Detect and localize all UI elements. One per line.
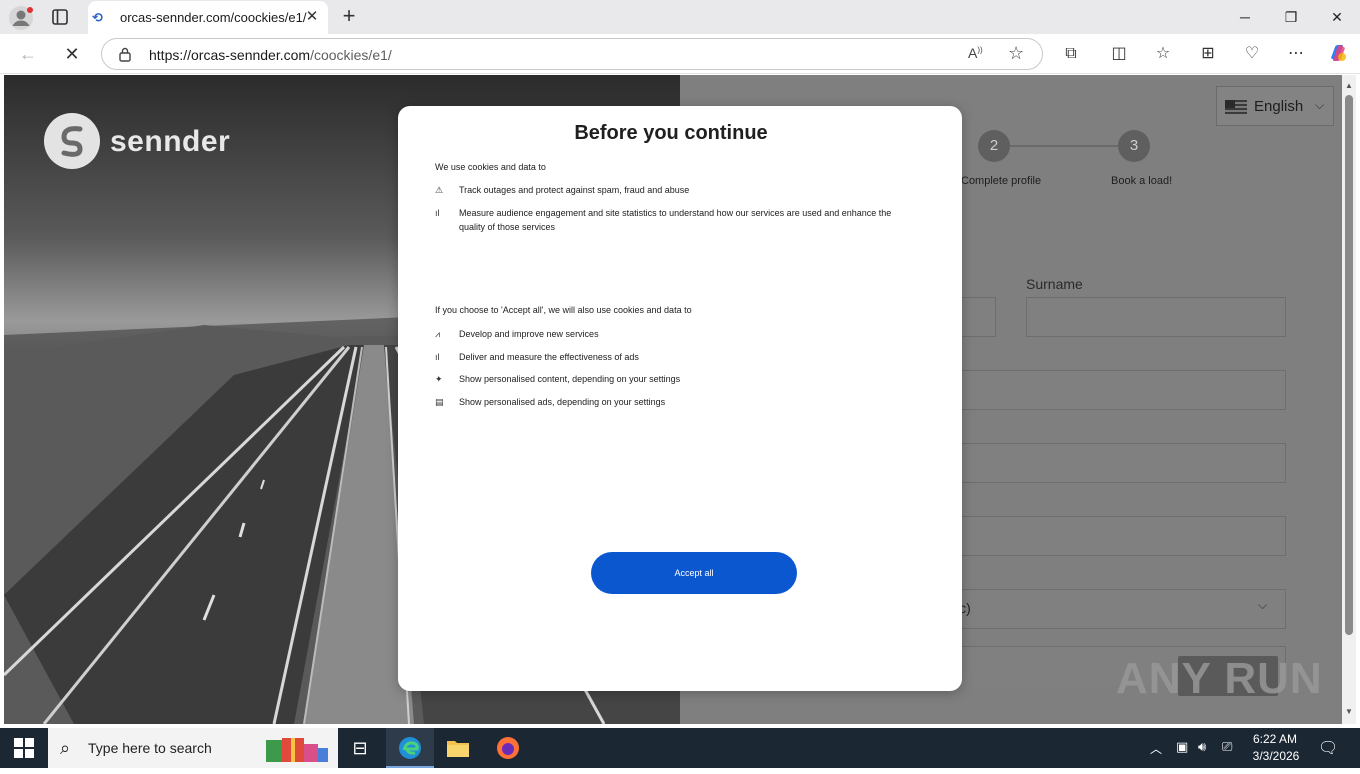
scroll-up-icon[interactable]: ▲ — [1345, 81, 1353, 90]
collections-icon[interactable]: ⊞ — [1196, 42, 1220, 66]
windows-taskbar: ⌕ Type here to search ⊟ ︿ ▣ 🔊︎ ⎚ 6:22 AM… — [0, 728, 1360, 768]
sennder-logo-text: sennder — [110, 125, 231, 158]
active-tab[interactable]: ⟲ orcas-sennder.com/coockies/e1/ ✕ — [88, 1, 328, 34]
copilot-icon[interactable] — [1326, 42, 1350, 66]
file-explorer-icon[interactable] — [434, 728, 482, 768]
consent-item-text: Track outages and protect against spam, … — [459, 185, 690, 195]
favorite-star-icon[interactable]: ☆ — [1008, 43, 1024, 64]
edge-taskbar-icon[interactable] — [386, 728, 434, 768]
stop-loading-icon[interactable]: ✕ — [60, 43, 84, 65]
sennder-logo-mark-icon — [44, 113, 100, 169]
profile-avatar-icon[interactable] — [8, 5, 34, 31]
clock-time[interactable]: 6:22 AM — [1250, 732, 1300, 746]
notification-icon[interactable]: 🗨︎ — [1318, 738, 1338, 758]
accept-item-text: Develop and improve new services — [459, 329, 599, 339]
step-3-label: Book a load! — [1111, 175, 1173, 187]
surname-label: Surname — [1026, 276, 1083, 292]
language-select[interactable]: English ⌵ — [1216, 86, 1334, 126]
meet-now-icon[interactable]: ▣ — [1176, 739, 1188, 755]
chevron-down-icon: ⌵ — [1258, 598, 1268, 612]
page-scrollbar[interactable]: ▲ ▼ — [1342, 75, 1356, 724]
step-connector — [1010, 145, 1120, 147]
language-label: English — [1254, 98, 1304, 115]
firefox-icon[interactable] — [484, 728, 532, 768]
tab-title: orcas-sennder.com/coockies/e1/ — [120, 10, 307, 25]
step-2-circle: 2 — [978, 130, 1010, 162]
new-tab-icon[interactable]: + — [338, 5, 360, 28]
loading-favicon-icon: ⟲ — [92, 10, 103, 25]
network-icon[interactable]: ⎚ — [1222, 739, 1232, 755]
search-icon: ⌕ — [60, 738, 71, 758]
url-path: /coockies/e1/ — [310, 47, 392, 63]
consent-intro: We use cookies and data to — [435, 162, 546, 172]
scroll-thumb[interactable] — [1345, 95, 1353, 635]
close-window-icon[interactable]: ✕ — [1325, 6, 1349, 28]
ad-icon: ▤ — [435, 397, 444, 407]
accept-item: ıl Deliver and measure the effectiveness… — [435, 350, 905, 364]
volume-icon[interactable]: 🔊︎ — [1198, 739, 1206, 755]
consent-item-text: Measure audience engagement and site sta… — [459, 208, 892, 232]
tray-overflow-chevron-icon[interactable]: ︿ — [1150, 740, 1162, 757]
surname-field[interactable] — [1026, 297, 1286, 337]
taskbar-search-placeholder: Type here to search — [88, 740, 212, 756]
split-screen-icon[interactable]: ◫ — [1107, 42, 1131, 66]
browser-toolbar: ← ✕ https://orcas-sennder.com/coockies/e… — [0, 34, 1360, 74]
step-2-label: Complete profile — [961, 175, 1042, 187]
windows-start-icon[interactable] — [14, 738, 34, 758]
accept-item: ✦ Show personalised content, depending o… — [435, 372, 905, 386]
country-select[interactable] — [920, 589, 1286, 629]
sparkle-icon: ✦ — [435, 374, 443, 384]
browser-tab-bar: ⟲ orcas-sennder.com/coockies/e1/ ✕ + ─ ❐… — [0, 0, 1360, 34]
accept-item-text: Show personalised content, depending on … — [459, 374, 681, 384]
tab-close-icon[interactable]: ✕ — [302, 7, 322, 27]
us-flag-icon — [1225, 100, 1247, 114]
browser-essentials-icon[interactable]: ♡ — [1240, 42, 1264, 66]
task-view-icon[interactable]: ⊟ — [336, 728, 384, 768]
taskbar-search-box[interactable]: ⌕ Type here to search — [48, 728, 338, 768]
anyrun-watermark: ANY RUN — [1116, 654, 1323, 703]
accept-intro: If you choose to 'Accept all', we will a… — [435, 305, 692, 315]
restore-icon[interactable]: ❐ — [1279, 6, 1303, 28]
minimize-icon[interactable]: ─ — [1233, 6, 1257, 28]
trend-icon: ⩘ — [435, 329, 441, 339]
accept-item-text: Show personalised ads, depending on your… — [459, 397, 666, 407]
extensions-icon[interactable]: ⧉ — [1059, 42, 1083, 66]
consent-title: Before you continue — [574, 122, 768, 144]
lock-icon[interactable] — [118, 46, 132, 62]
tab-actions-icon[interactable] — [48, 7, 72, 27]
accept-all-button[interactable]: Accept all — [591, 552, 797, 594]
more-menu-icon[interactable]: ⋯ — [1284, 42, 1308, 66]
warning-icon: ⚠ — [435, 185, 444, 195]
bar-chart-icon: ıl — [435, 352, 440, 362]
clock-date[interactable]: 3/3/2026 — [1248, 749, 1304, 763]
scroll-down-icon[interactable]: ▼ — [1345, 707, 1353, 716]
phone-field[interactable] — [920, 443, 1286, 483]
search-highlight-gifts-icon — [264, 734, 330, 764]
back-arrow-icon[interactable]: ← — [16, 43, 40, 65]
consent-item: ⚠ Track outages and protect against spam… — [435, 183, 905, 197]
read-aloud-icon[interactable]: A)) — [968, 45, 983, 61]
accept-item: ⩘ Develop and improve new services — [435, 327, 905, 341]
consent-item: ıl Measure audience engagement and site … — [435, 206, 905, 234]
url-host: https://orcas-sennder.com — [149, 47, 311, 63]
email-field[interactable] — [920, 370, 1286, 410]
address-bar[interactable]: https://orcas-sennder.com/coockies/e1/ A… — [101, 38, 1043, 70]
bar-chart-icon: ıl — [435, 208, 440, 218]
accept-item: ▤ Show personalised ads, depending on yo… — [435, 395, 905, 409]
company-field[interactable] — [920, 516, 1286, 556]
chevron-down-icon: ⌵ — [1315, 98, 1325, 112]
cookie-consent-dialog: Before you continue We use cookies and d… — [398, 106, 962, 691]
step-3-circle: 3 — [1118, 130, 1150, 162]
accept-item-text: Deliver and measure the effectiveness of… — [459, 352, 639, 362]
url-text[interactable]: https://orcas-sennder.com/coockies/e1/ — [149, 47, 392, 63]
favorites-icon[interactable]: ☆ — [1151, 42, 1175, 66]
